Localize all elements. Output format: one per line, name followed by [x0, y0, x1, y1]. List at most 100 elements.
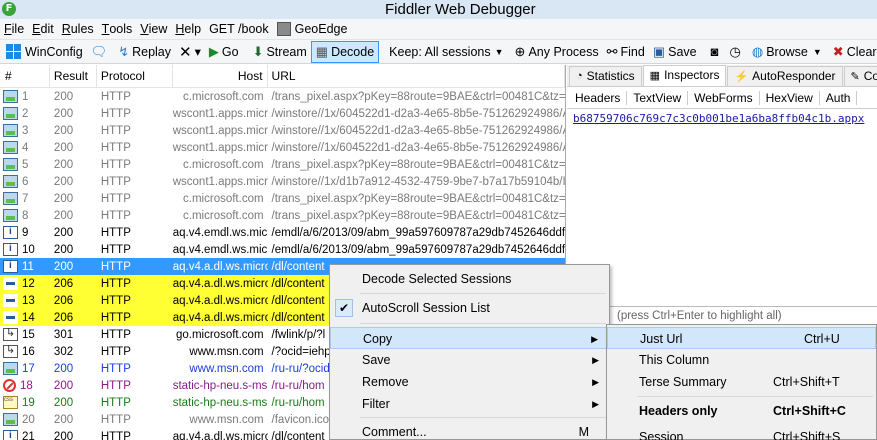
menu-help[interactable]: Help [175, 22, 209, 36]
menu-tools[interactable]: Tools [102, 22, 141, 36]
menu-geoedge[interactable]: GeoEdge [276, 22, 356, 36]
winconfig-button[interactable]: WinConfig [2, 41, 87, 63]
submenu-item-headers-only[interactable]: Headers only Ctrl+Shift+C [607, 400, 876, 422]
submenu-item-just-url[interactable]: Just Url Ctrl+U [607, 327, 876, 349]
tab-inspectors[interactable]: ▦ Inspectors [642, 65, 727, 86]
menu-item-save[interactable]: Save ▶ [330, 349, 609, 371]
submenu-item-session[interactable]: Session Ctrl+Shift+S [607, 426, 876, 440]
menu-item-copy[interactable]: Copy ▶ [330, 327, 609, 349]
subtab-hexview[interactable]: HexView [760, 90, 820, 105]
css-session-icon [3, 396, 18, 409]
menu-item-remove[interactable]: Remove ▶ [330, 371, 609, 393]
replay-button[interactable]: ↯ Replay [114, 41, 175, 63]
column-header-result[interactable]: Result [50, 65, 97, 88]
menu-rules[interactable]: Rules [62, 22, 102, 36]
column-header-url[interactable]: URL [268, 65, 565, 88]
table-row[interactable]: 4 200 HTTP wscont1.apps.micro.../winstore//… [0, 139, 565, 156]
find-button[interactable]: ⚯ Find [603, 41, 649, 63]
row-number: 6 [22, 175, 29, 188]
menu-view[interactable]: View [140, 22, 175, 36]
row-protocol: HTTP [100, 141, 131, 154]
menu-item-decode-selected[interactable]: Decode Selected Sessions [330, 268, 609, 290]
column-header-host[interactable]: Host [173, 65, 268, 88]
menu-file[interactable]: File [4, 22, 32, 36]
binoculars-icon: ⚯ [606, 43, 618, 59]
row-result: 200 [53, 192, 74, 205]
row-number: 14 [22, 311, 35, 324]
column-header-protocol[interactable]: Protocol [97, 65, 173, 88]
remove-dropdown-arrow: ▾ [194, 45, 201, 59]
row-number: 15 [22, 328, 35, 341]
table-row[interactable]: 3 200 HTTP wscont1.apps.micro.../winstore//… [0, 122, 565, 139]
table-row[interactable]: 6 200 HTTP wscont1.apps.micro.../winstore//… [0, 173, 565, 190]
clear-cache-button[interactable]: ✖Clear C [829, 41, 877, 63]
menu-edit[interactable]: Edit [32, 22, 62, 36]
table-row[interactable]: 7 200 HTTP c.microsoft.com/trans_pixel.aspx… [0, 190, 565, 207]
table-row[interactable]: 2 200 HTTP wscont1.apps.micro.../winstore//… [0, 105, 565, 122]
row-url: /winstore//1x/604522d1-d2a3-4e65-8b5e-75… [271, 124, 566, 137]
checkmark-icon: ✔ [335, 299, 353, 317]
any-process-button[interactable]: ⊕ Any Process [511, 41, 603, 63]
img-session-icon [3, 158, 18, 171]
menu-edit-accel: E [32, 22, 41, 36]
find-input[interactable]: (press Ctrl+Enter to highlight all) [567, 306, 877, 326]
submenu-item-this-column[interactable]: This Column [607, 349, 876, 371]
screenshot-button[interactable]: ◙ [707, 41, 726, 63]
row-number-cell: 5 [0, 158, 50, 171]
timer-button[interactable]: ◷ [726, 41, 748, 63]
decode-icon: ▦ [315, 43, 329, 59]
tab-composer[interactable]: ✎ Co [843, 66, 877, 86]
row-protocol: HTTP [100, 294, 131, 307]
submenu-item-terse-summary[interactable]: Terse Summary Ctrl+Shift+T [607, 371, 876, 393]
submenu-item-label: Just Url [640, 332, 683, 346]
menu-get-book[interactable]: GET /book [209, 22, 277, 36]
subtab-textview[interactable]: TextView [627, 90, 689, 105]
request-url-link[interactable]: b68759706c769c7c3c0b001be1a6ba8ffb04c1b.… [573, 112, 864, 125]
row-url: /trans_pixel.aspx?pKey=88route=9BAE&ctrl… [271, 192, 566, 205]
comment-button[interactable]: 🗨 [87, 41, 115, 63]
menu-item-filter[interactable]: Filter ▶ [330, 393, 609, 415]
row-protocol: HTTP [100, 396, 131, 409]
remove-button[interactable]: ✕ ▾ [175, 41, 205, 63]
row-protocol: HTTP [100, 362, 131, 375]
submenu-item-shortcut: Ctrl+U [804, 332, 840, 346]
row-host: www.msn.com [189, 362, 264, 375]
menu-item-comment[interactable]: Comment... M [330, 421, 609, 440]
row-number-cell: 8 [0, 209, 50, 222]
stream-button[interactable]: ⬇ Stream [249, 41, 311, 63]
row-number: 13 [22, 294, 35, 307]
save-button[interactable]: ▣ Save [649, 41, 701, 63]
decode-label: Decode [331, 44, 375, 59]
row-host: static-hp-neu.s-msn... [172, 396, 268, 409]
row-url: /winstore//1x/604522d1-d2a3-4e65-8b5e-75… [271, 107, 566, 120]
row-result: 200 [53, 175, 74, 188]
row-number-cell: 13 [0, 294, 50, 307]
row-host: aq.v4.a.dl.ws.micro... [172, 294, 268, 307]
menu-item-autoscroll[interactable]: ✔ AutoScroll Session List [330, 297, 609, 319]
row-host: aq.v4.a.dl.ws.micro... [172, 277, 268, 290]
table-row[interactable]: 9 200 HTTP aq.v4.emdl.ws.micr.../emdl/a/6/2… [0, 224, 565, 241]
column-header-number[interactable]: # [0, 65, 50, 88]
submenu-arrow-icon: ▶ [592, 355, 599, 365]
subtab-headers[interactable]: Headers [569, 90, 628, 105]
menu-tools-accel: T [101, 22, 110, 36]
redirect-session-icon [3, 345, 18, 358]
row-host: go.microsoft.com [175, 328, 264, 341]
decode-button[interactable]: ▦ Decode [310, 40, 380, 63]
table-row[interactable]: 1 200 HTTP c.microsoft.com/trans_pixel.aspx… [0, 88, 565, 105]
tab-autoresponder[interactable]: ⚡ AutoResponder [727, 66, 843, 86]
keep-sessions-dropdown[interactable]: Keep: All sessions ▼ [385, 41, 510, 63]
table-row[interactable]: 10 200 HTTP aq.v4.emdl.ws.micr.../emdl/a/6/… [0, 241, 565, 258]
tab-statistics[interactable]: ◔ Statistics [569, 66, 642, 86]
browse-button[interactable]: ◍ Browse ▼ [748, 41, 829, 63]
toolbar: WinConfig 🗨 ↯ Replay ✕ ▾ ▶ Go ⬇ Stream ▦ Deco… [0, 40, 877, 64]
subtab-auth[interactable]: Auth [820, 90, 858, 105]
subtab-webforms[interactable]: WebForms [688, 90, 760, 105]
row-host: aq.v4.emdl.ws.micr... [172, 226, 268, 239]
table-row[interactable]: 5 200 HTTP c.microsoft.com/trans_pixel.aspx… [0, 156, 565, 173]
row-host: aq.v4.a.dl.ws.micro... [172, 311, 268, 324]
row-number: 12 [22, 277, 35, 290]
table-row[interactable]: 8 200 HTTP c.microsoft.com/trans_pixel.aspx… [0, 207, 565, 224]
any-process-label: Any Process [528, 44, 599, 59]
go-button[interactable]: ▶ Go [205, 41, 243, 63]
